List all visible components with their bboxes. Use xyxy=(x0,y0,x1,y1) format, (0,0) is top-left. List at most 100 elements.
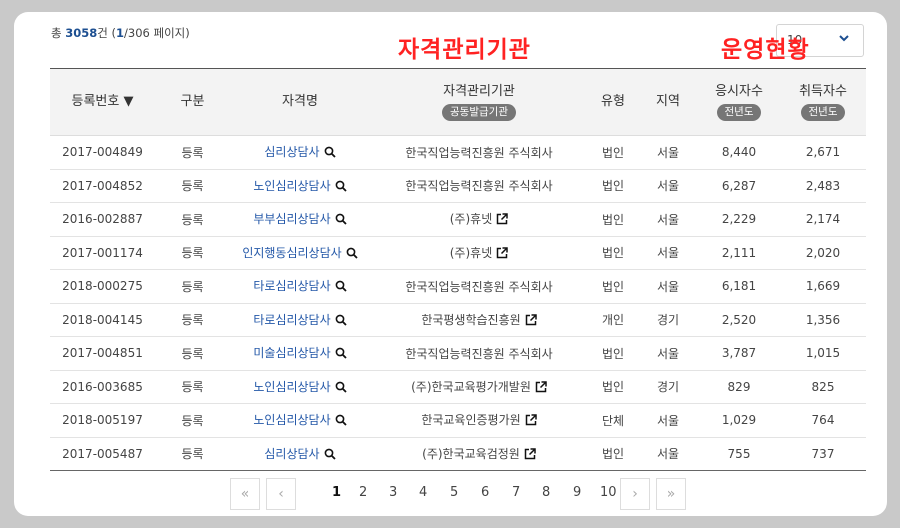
cell-applicants: 1,029 xyxy=(698,403,780,438)
qualification-link[interactable]: 타로심리상담사 xyxy=(253,313,330,327)
external-link-icon[interactable] xyxy=(496,213,508,228)
col-name: 자격명 xyxy=(230,68,370,136)
external-link-icon[interactable] xyxy=(525,314,537,329)
page-number-button[interactable]: 7 xyxy=(512,485,520,500)
page-number-button[interactable]: 3 xyxy=(389,485,397,500)
page-number-button[interactable]: 10 xyxy=(600,485,617,500)
cell-reg-no-text: 2018-004145 xyxy=(62,312,143,327)
qualification-link[interactable]: 부부심리상담사 xyxy=(253,212,330,226)
cell-org-type-text: 법인 xyxy=(601,179,625,194)
external-link-icon[interactable] xyxy=(535,381,547,396)
cell-type-text: 등록 xyxy=(181,212,204,227)
cell-region-text: 경기 xyxy=(656,380,680,395)
cell-agency: 한국직업능력진흥원 주식회사 xyxy=(370,336,588,371)
qualification-link[interactable]: 인지행동심리상담사 xyxy=(242,246,341,260)
cell-type: 등록 xyxy=(155,437,230,471)
page-number-button[interactable]: 6 xyxy=(481,485,489,500)
external-link-icon[interactable] xyxy=(524,448,536,463)
table-row: 2017-004852 등록 노인심리상담사 한국직업능력진흥원 주식회사 법인 서울 6,… xyxy=(50,169,866,203)
cell-name: 타로심리상담사 xyxy=(230,303,370,337)
cell-applicants: 829 xyxy=(698,370,780,404)
cell-type-text: 등록 xyxy=(181,179,204,194)
cell-type-text: 등록 xyxy=(181,346,204,361)
cell-agency: 한국교육인증평가원 xyxy=(370,403,588,438)
cell-name: 노인심리상담사 xyxy=(230,370,370,404)
search-icon[interactable] xyxy=(335,347,347,362)
cell-type: 등록 xyxy=(155,336,230,371)
cell-org-type: 법인 xyxy=(588,370,638,404)
external-link-icon[interactable] xyxy=(496,247,508,262)
cell-org-type: 법인 xyxy=(588,236,638,270)
page-number-button[interactable]: 5 xyxy=(450,485,458,500)
cell-name: 심리상담사 xyxy=(230,437,370,471)
search-icon[interactable] xyxy=(335,414,347,429)
qualification-link[interactable]: 타로심리상담사 xyxy=(253,279,330,293)
col-agency: 자격관리기관 공동발급기관 xyxy=(370,68,588,136)
cell-applicants-text: 3,787 xyxy=(721,346,757,361)
cell-applicants-text: 2,111 xyxy=(721,245,757,260)
next-page-button[interactable]: › xyxy=(620,478,650,510)
search-icon[interactable] xyxy=(335,381,347,396)
cell-holders: 825 xyxy=(780,370,866,404)
cell-type-text: 등록 xyxy=(181,145,204,160)
last-page-button[interactable]: » xyxy=(656,478,686,510)
prev-page-button[interactable]: ‹ xyxy=(266,478,296,510)
col-holders: 취득자수 전년도 xyxy=(780,68,866,136)
page-number-button[interactable]: 4 xyxy=(419,485,427,500)
qualification-link[interactable]: 심리상담사 xyxy=(264,145,319,159)
search-icon[interactable] xyxy=(335,280,347,295)
search-icon[interactable] xyxy=(335,180,347,195)
cell-agency-text: (주)휴넷 xyxy=(449,212,493,227)
applicants-year-pill: 전년도 xyxy=(716,103,762,121)
cell-region-text: 경기 xyxy=(656,313,680,328)
cell-region-text: 서울 xyxy=(656,179,680,194)
cell-holders: 1,669 xyxy=(780,269,866,304)
cell-holders: 2,174 xyxy=(780,202,866,237)
page-number-button[interactable]: 2 xyxy=(359,485,367,500)
cell-region: 서울 xyxy=(638,202,698,237)
cell-agency-text: 한국교육인증평가원 xyxy=(421,413,521,428)
cell-type: 등록 xyxy=(155,236,230,270)
cell-applicants-text: 8,440 xyxy=(721,145,757,160)
cell-org-type: 법인 xyxy=(588,336,638,371)
page-number-button[interactable]: 1 xyxy=(332,485,341,500)
cell-type: 등록 xyxy=(155,269,230,304)
cell-type-text: 등록 xyxy=(181,279,204,294)
col-reg-no[interactable]: 등록번호 ▼ xyxy=(50,68,155,136)
cell-holders-text: 2,020 xyxy=(805,245,841,260)
search-icon[interactable] xyxy=(324,146,336,161)
cell-holders-text: 825 xyxy=(811,379,835,394)
search-icon[interactable] xyxy=(335,314,347,329)
cell-name: 미술심리상담사 xyxy=(230,336,370,371)
cell-agency: (주)휴넷 xyxy=(370,202,588,237)
qualification-table: 등록번호 ▼ 구분 자격명 자격관리기관 공동발급기관 유형 지역 응시자수 전… xyxy=(50,68,866,471)
cell-reg-no: 2017-001174 xyxy=(50,236,155,270)
cell-org-type: 개인 xyxy=(588,303,638,337)
cell-type-text: 등록 xyxy=(181,313,204,328)
cell-applicants: 6,287 xyxy=(698,169,780,203)
qualification-link[interactable]: 미술심리상담사 xyxy=(253,346,330,360)
qualification-link[interactable]: 노인심리상담사 xyxy=(253,413,330,427)
annotation-agency: 자격관리기관 xyxy=(398,37,531,63)
qualification-link[interactable]: 심리상담사 xyxy=(264,447,319,461)
external-link-icon[interactable] xyxy=(525,414,537,429)
cell-region-text: 서울 xyxy=(656,246,680,261)
cell-org-type-text: 법인 xyxy=(601,212,625,227)
page-number-button[interactable]: 9 xyxy=(573,485,581,500)
cell-type-text: 등록 xyxy=(181,246,204,261)
cell-reg-no-text: 2017-001174 xyxy=(62,245,143,260)
cell-reg-no: 2018-000275 xyxy=(50,269,155,304)
qualification-link[interactable]: 노인심리상담사 xyxy=(253,380,330,394)
search-icon[interactable] xyxy=(335,213,347,228)
qualification-link[interactable]: 노인심리상담사 xyxy=(253,179,330,193)
cell-applicants: 2,520 xyxy=(698,303,780,337)
search-icon[interactable] xyxy=(346,247,358,262)
page-number-button[interactable]: 8 xyxy=(542,485,550,500)
cell-applicants: 2,229 xyxy=(698,202,780,237)
joint-issuer-pill: 공동발급기관 xyxy=(442,103,516,121)
first-page-button[interactable]: « xyxy=(230,478,260,510)
search-icon[interactable] xyxy=(324,448,336,463)
cell-applicants: 2,111 xyxy=(698,236,780,270)
summary-prefix: 총 xyxy=(51,26,62,40)
cell-region: 서울 xyxy=(638,135,698,170)
